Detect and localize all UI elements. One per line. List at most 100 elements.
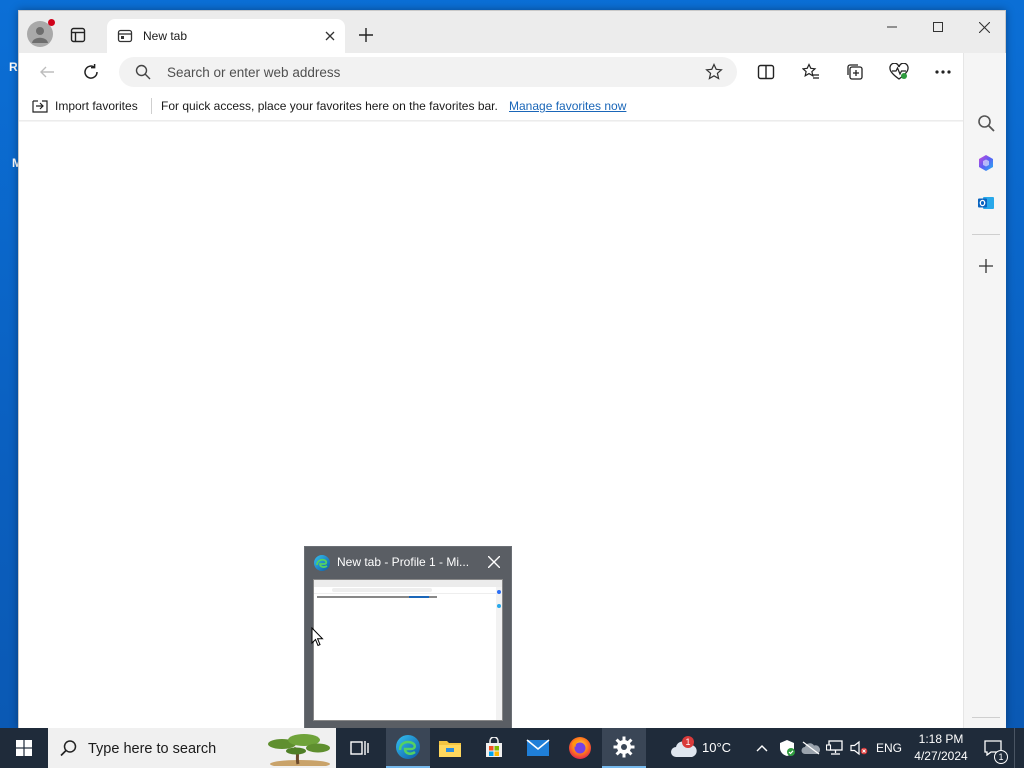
taskbar-app-mail[interactable]: [516, 728, 560, 768]
sidebar-divider: [972, 717, 1000, 718]
maximize-button[interactable]: [915, 11, 961, 43]
thumbnail-header: New tab - Profile 1 - Mi...: [305, 547, 511, 577]
favorites-button[interactable]: [797, 58, 825, 86]
taskbar-search-input[interactable]: [88, 739, 288, 759]
minimize-button[interactable]: [869, 11, 915, 43]
notification-count-badge: 1: [994, 750, 1008, 764]
title-bar: New tab: [19, 11, 1005, 53]
taskbar-thumbnail-preview[interactable]: New tab - Profile 1 - Mi...: [304, 546, 512, 730]
close-icon[interactable]: [485, 553, 503, 571]
edge-icon: [313, 554, 331, 575]
weather-temperature[interactable]: 10°C: [702, 740, 731, 755]
show-hidden-icons-button[interactable]: [752, 728, 772, 768]
shield-icon: [780, 740, 795, 756]
browser-essentials-icon: [889, 63, 909, 80]
mail-icon: [526, 739, 550, 756]
weather-button[interactable]: 1: [666, 728, 702, 768]
weather-alert-badge: 1: [682, 736, 694, 748]
start-button[interactable]: [0, 728, 48, 768]
split-screen-icon: [757, 64, 775, 80]
favorites-bar: Import favorites For quick access, place…: [19, 91, 963, 121]
split-screen-button[interactable]: [752, 58, 780, 86]
taskbar-app-file-explorer[interactable]: [428, 728, 472, 768]
search-icon: [60, 739, 78, 760]
taskbar-app-settings[interactable]: [602, 728, 646, 768]
new-tab-page-icon: [117, 28, 133, 47]
mouse-cursor-icon: [311, 627, 324, 647]
thumbnail-title: New tab - Profile 1 - Mi...: [337, 555, 470, 569]
browser-essentials-button[interactable]: [885, 58, 913, 86]
sidebar-add-button[interactable]: [972, 252, 1000, 280]
action-center-button[interactable]: 1: [980, 728, 1008, 768]
address-input[interactable]: [167, 62, 687, 82]
search-icon: [978, 115, 995, 132]
minimize-icon: [887, 26, 897, 28]
search-highlight-image: [260, 732, 334, 768]
close-tab-icon[interactable]: [321, 27, 339, 45]
clock-time: 1:18 PM: [918, 732, 964, 746]
task-view-icon: [350, 741, 369, 755]
more-button[interactable]: [929, 58, 957, 86]
collections-icon: [847, 64, 863, 80]
new-tab-button[interactable]: [355, 24, 377, 46]
profile-icon: [32, 27, 48, 43]
sidebar-outlook-button[interactable]: [972, 189, 1000, 217]
maximize-icon: [933, 22, 943, 32]
taskbar-app-microsoft-store[interactable]: [472, 728, 516, 768]
sidebar-search-button[interactable]: [972, 109, 1000, 137]
profile-button[interactable]: [27, 19, 55, 47]
divider: [151, 98, 152, 114]
more-icon: [935, 70, 951, 74]
windows-logo-icon: [16, 740, 32, 756]
browser-window: New tab Search or enter web address Impo…: [18, 10, 1006, 729]
settings-icon: [613, 736, 635, 758]
tab-actions-button[interactable]: [65, 23, 91, 47]
plus-icon: [359, 28, 373, 42]
taskbar-clock[interactable]: 1:18 PM 4/27/2024: [910, 731, 972, 765]
microsoft-store-icon: [486, 737, 502, 757]
chevron-up-icon: [756, 745, 768, 752]
manage-favorites-link[interactable]: Manage favorites now: [509, 99, 626, 113]
address-bar[interactable]: [119, 57, 737, 87]
outlook-icon: [978, 197, 994, 209]
favorite-star-icon[interactable]: [705, 63, 723, 84]
volume-muted-icon: [850, 740, 868, 756]
import-favorites-button[interactable]: Import favorites: [31, 96, 138, 116]
navigation-toolbar: [19, 53, 1005, 91]
firefox-icon: [569, 737, 591, 759]
tab-title: New tab: [143, 29, 188, 43]
profile-alert-dot: [48, 19, 55, 26]
input-language-indicator[interactable]: ENG: [876, 741, 902, 755]
back-icon: [40, 66, 54, 78]
collections-button[interactable]: [841, 58, 869, 86]
back-button[interactable]: [33, 58, 61, 86]
desktop-icon-label: R: [9, 60, 18, 74]
taskbar-search-box[interactable]: [48, 728, 336, 768]
sidebar-divider: [972, 234, 1000, 235]
onedrive-tray-button[interactable]: [800, 728, 822, 768]
tab-actions-icon: [70, 27, 86, 43]
task-view-button[interactable]: [338, 728, 382, 768]
network-tray-button[interactable]: [824, 728, 846, 768]
taskbar-app-firefox[interactable]: [558, 728, 602, 768]
copilot-icon: [979, 155, 993, 171]
file-explorer-icon: [439, 741, 461, 757]
security-tray-button[interactable]: [776, 728, 798, 768]
close-window-button[interactable]: [961, 11, 1007, 43]
tab-new-tab[interactable]: New tab: [107, 19, 345, 53]
sidebar-copilot-button[interactable]: [972, 149, 1000, 177]
cloud-offline-icon: [801, 741, 821, 755]
show-desktop-button[interactable]: [1014, 728, 1024, 768]
clock-date: 4/27/2024: [914, 749, 968, 763]
edge-icon: [396, 735, 420, 759]
network-icon: [826, 740, 843, 755]
thumbnail-window-image: [313, 579, 503, 721]
refresh-button[interactable]: [77, 58, 105, 86]
favorites-bar-message: For quick access, place your favorites h…: [161, 99, 498, 113]
edge-sidebar: [963, 53, 1006, 729]
taskbar: 1 10°C ENG 1:18 PM 4/27/2024 1: [0, 728, 1024, 768]
taskbar-app-edge[interactable]: [386, 728, 430, 768]
volume-tray-button[interactable]: [848, 728, 870, 768]
import-favorites-icon: [32, 100, 48, 113]
favorites-icon: [802, 63, 819, 79]
